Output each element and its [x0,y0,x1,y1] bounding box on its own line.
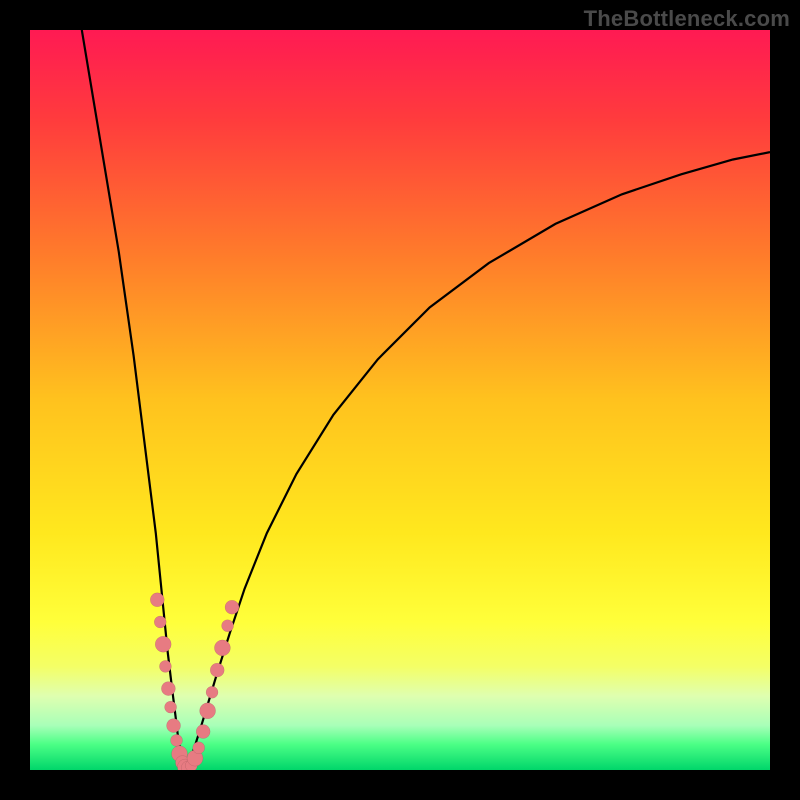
watermark-text: TheBottleneck.com [584,6,790,32]
cluster-point [193,742,205,754]
cluster-point [214,640,230,656]
data-point-cluster [150,593,239,770]
chart-frame: TheBottleneck.com [0,0,800,800]
cluster-point [154,616,166,628]
cluster-point [165,701,177,713]
cluster-point [196,725,210,739]
cluster-point [206,686,218,698]
cluster-point [222,620,234,632]
cluster-point [210,663,224,677]
right-branch-curve [185,152,770,770]
cluster-point [150,593,164,607]
cluster-point [167,719,181,733]
cluster-point [171,734,183,746]
curves [30,30,770,770]
cluster-point [225,600,239,614]
cluster-point [200,703,216,719]
plot-area [30,30,770,770]
cluster-point [161,682,175,696]
cluster-point [155,636,171,652]
left-branch-curve [82,30,186,770]
cluster-point [159,660,171,672]
